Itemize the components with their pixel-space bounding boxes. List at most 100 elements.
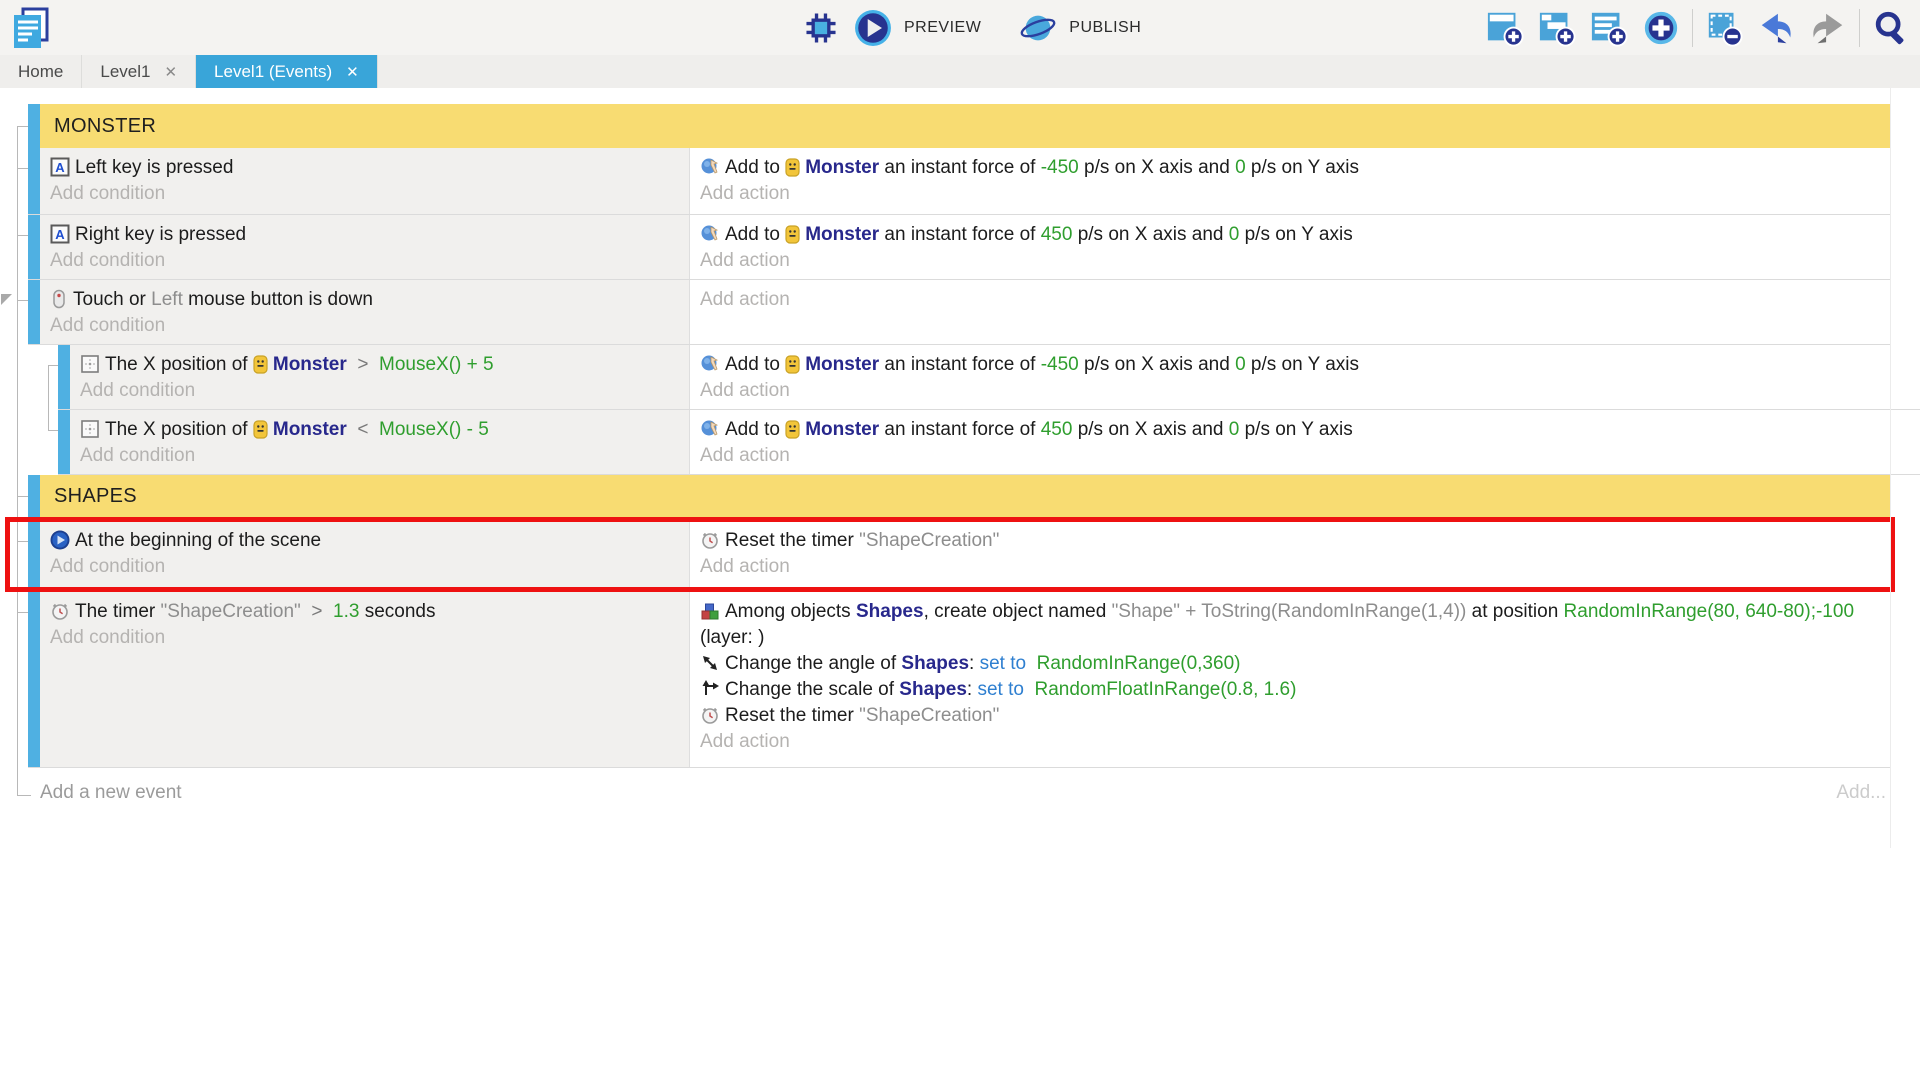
text-segment: Monster [273, 419, 347, 440]
action-line[interactable]: Add action [700, 443, 1912, 469]
conditions-cell[interactable]: The timer "ShapeCreation" > 1.3 secondsA… [40, 592, 690, 767]
action-line[interactable]: Reset the timer "ShapeCreation" [700, 528, 1882, 554]
event-row[interactable]: The X position of Monster > MouseX() + 5… [58, 345, 1920, 410]
action-line[interactable]: Add action [700, 181, 1882, 207]
text-segment: Monster [805, 157, 879, 178]
action-line[interactable]: Add action [700, 287, 1882, 313]
actions-cell[interactable]: Add to Monster an instant force of 450 p… [690, 215, 1890, 279]
actions-cell[interactable]: Add action [690, 280, 1890, 344]
group-header-row[interactable]: MONSTER [28, 104, 1890, 148]
event-bar[interactable] [28, 215, 40, 279]
text-segment: 0 [1235, 354, 1246, 375]
conditions-cell[interactable]: Touch or Left mouse button is downAdd co… [40, 280, 690, 344]
tab-home[interactable]: Home [0, 55, 82, 88]
actions-cell[interactable]: Add to Monster an instant force of -450 … [690, 345, 1920, 409]
add-event-dialog-icon[interactable] [1640, 7, 1682, 49]
condition-line[interactable]: Add condition [80, 443, 681, 469]
conditions-cell[interactable]: The X position of Monster > MouseX() + 5… [70, 345, 690, 409]
event-bar[interactable] [28, 592, 40, 767]
condition-line[interactable]: The X position of Monster > MouseX() + 5 [80, 352, 681, 378]
event-row[interactable]: The timer "ShapeCreation" > 1.3 secondsA… [28, 592, 1890, 768]
event-bar[interactable] [28, 475, 40, 517]
actions-cell[interactable]: Add to Monster an instant force of 450 p… [690, 410, 1920, 474]
text-segment: The timer [75, 601, 161, 622]
add-sub-event-icon[interactable] [1536, 7, 1578, 49]
event-row[interactable]: The X position of Monster < MouseX() - 5… [58, 410, 1920, 475]
condition-line[interactable]: ALeft key is pressed [50, 155, 681, 181]
action-line[interactable]: Add to Monster an instant force of 450 p… [700, 417, 1912, 443]
add-more-button[interactable]: Add... [1836, 782, 1886, 804]
text-segment: > [301, 601, 333, 622]
conditions-cell[interactable]: The X position of Monster < MouseX() - 5… [70, 410, 690, 474]
play-icon [50, 530, 70, 550]
event-row[interactable]: Touch or Left mouse button is downAdd co… [28, 280, 1890, 345]
condition-line[interactable]: The timer "ShapeCreation" > 1.3 seconds [50, 599, 681, 625]
text-segment: Add action [700, 183, 790, 204]
close-icon[interactable]: ✕ [164, 63, 177, 81]
publish-label[interactable]: PUBLISH [1069, 19, 1141, 37]
event-row[interactable]: ARight key is pressedAdd condition Add to… [28, 215, 1890, 280]
search-icon[interactable] [1870, 7, 1912, 49]
svg-text:A: A [55, 160, 65, 175]
group-header-row[interactable]: SHAPES [28, 475, 1890, 517]
action-line[interactable]: Add to Monster an instant force of -450 … [700, 352, 1912, 378]
tab-level1-events[interactable]: Level1 (Events) ✕ [196, 55, 378, 88]
add-new-event-button[interactable]: Add a new event [40, 782, 182, 804]
action-line[interactable]: Add to Monster an instant force of 450 p… [700, 222, 1882, 248]
action-line[interactable]: Add action [700, 378, 1912, 404]
action-line[interactable]: Change the angle of Shapes: set to Rando… [700, 651, 1882, 677]
conditions-cell[interactable]: ARight key is pressedAdd condition [40, 215, 690, 279]
publish-icon[interactable] [1017, 7, 1059, 49]
action-line[interactable]: Among objects Shapes, create object name… [700, 599, 1882, 651]
text-segment: p/s on X axis and [1079, 157, 1235, 178]
conditions-cell[interactable]: ALeft key is pressedAdd condition [40, 148, 690, 214]
event-bar[interactable] [28, 104, 40, 148]
tree-corner [17, 782, 31, 796]
condition-line[interactable]: Add condition [50, 181, 681, 207]
condition-line[interactable]: ARight key is pressed [50, 222, 681, 248]
event-bar[interactable] [58, 410, 70, 474]
condition-line[interactable]: Add condition [80, 378, 681, 404]
app-menu-icon[interactable] [10, 7, 50, 51]
event-row[interactable]: At the beginning of the sceneAdd conditi… [28, 517, 1890, 592]
preview-icon[interactable] [852, 7, 894, 49]
delete-event-icon[interactable] [1703, 7, 1745, 49]
event-bar[interactable] [58, 345, 70, 409]
undo-icon[interactable] [1755, 7, 1797, 49]
monster-icon [785, 420, 800, 439]
action-line[interactable]: Add action [700, 554, 1882, 580]
tab-level1[interactable]: Level1 ✕ [82, 55, 196, 88]
condition-line[interactable]: At the beginning of the scene [50, 528, 681, 554]
event-bar[interactable] [28, 148, 40, 214]
action-line[interactable]: Add to Monster an instant force of -450 … [700, 155, 1882, 181]
action-line[interactable]: Add action [700, 248, 1882, 274]
clock-icon [700, 705, 720, 725]
preview-label[interactable]: PREVIEW [904, 19, 981, 37]
debugger-icon[interactable] [800, 7, 842, 49]
text-segment: "ShapeCreation" [859, 705, 999, 726]
action-line[interactable]: Add action [700, 729, 1882, 755]
close-icon[interactable]: ✕ [346, 63, 359, 81]
text-segment: Monster [805, 419, 879, 440]
add-comment-icon[interactable] [1588, 7, 1630, 49]
event-bar[interactable] [28, 280, 40, 344]
condition-line[interactable]: Add condition [50, 625, 681, 651]
fold-arrow-icon[interactable] [1, 294, 12, 305]
condition-line[interactable]: Add condition [50, 313, 681, 339]
actions-cell[interactable]: Among objects Shapes, create object name… [690, 592, 1890, 767]
add-event-icon[interactable] [1484, 7, 1526, 49]
event-bar[interactable] [28, 517, 40, 591]
condition-line[interactable]: Touch or Left mouse button is down [50, 287, 681, 313]
text-segment: : [969, 653, 980, 674]
actions-cell[interactable]: Add to Monster an instant force of -450 … [690, 148, 1890, 214]
redo-icon[interactable] [1807, 7, 1849, 49]
event-row[interactable]: ALeft key is pressedAdd condition Add to … [28, 148, 1890, 215]
condition-line[interactable]: Add condition [50, 248, 681, 274]
text-segment: at position [1466, 601, 1563, 622]
condition-line[interactable]: Add condition [50, 554, 681, 580]
action-line[interactable]: Reset the timer "ShapeCreation" [700, 703, 1882, 729]
conditions-cell[interactable]: At the beginning of the sceneAdd conditi… [40, 517, 690, 591]
action-line[interactable]: Change the scale of Shapes: set to Rando… [700, 677, 1882, 703]
actions-cell[interactable]: Reset the timer "ShapeCreation"Add actio… [690, 517, 1890, 591]
condition-line[interactable]: The X position of Monster < MouseX() - 5 [80, 417, 681, 443]
